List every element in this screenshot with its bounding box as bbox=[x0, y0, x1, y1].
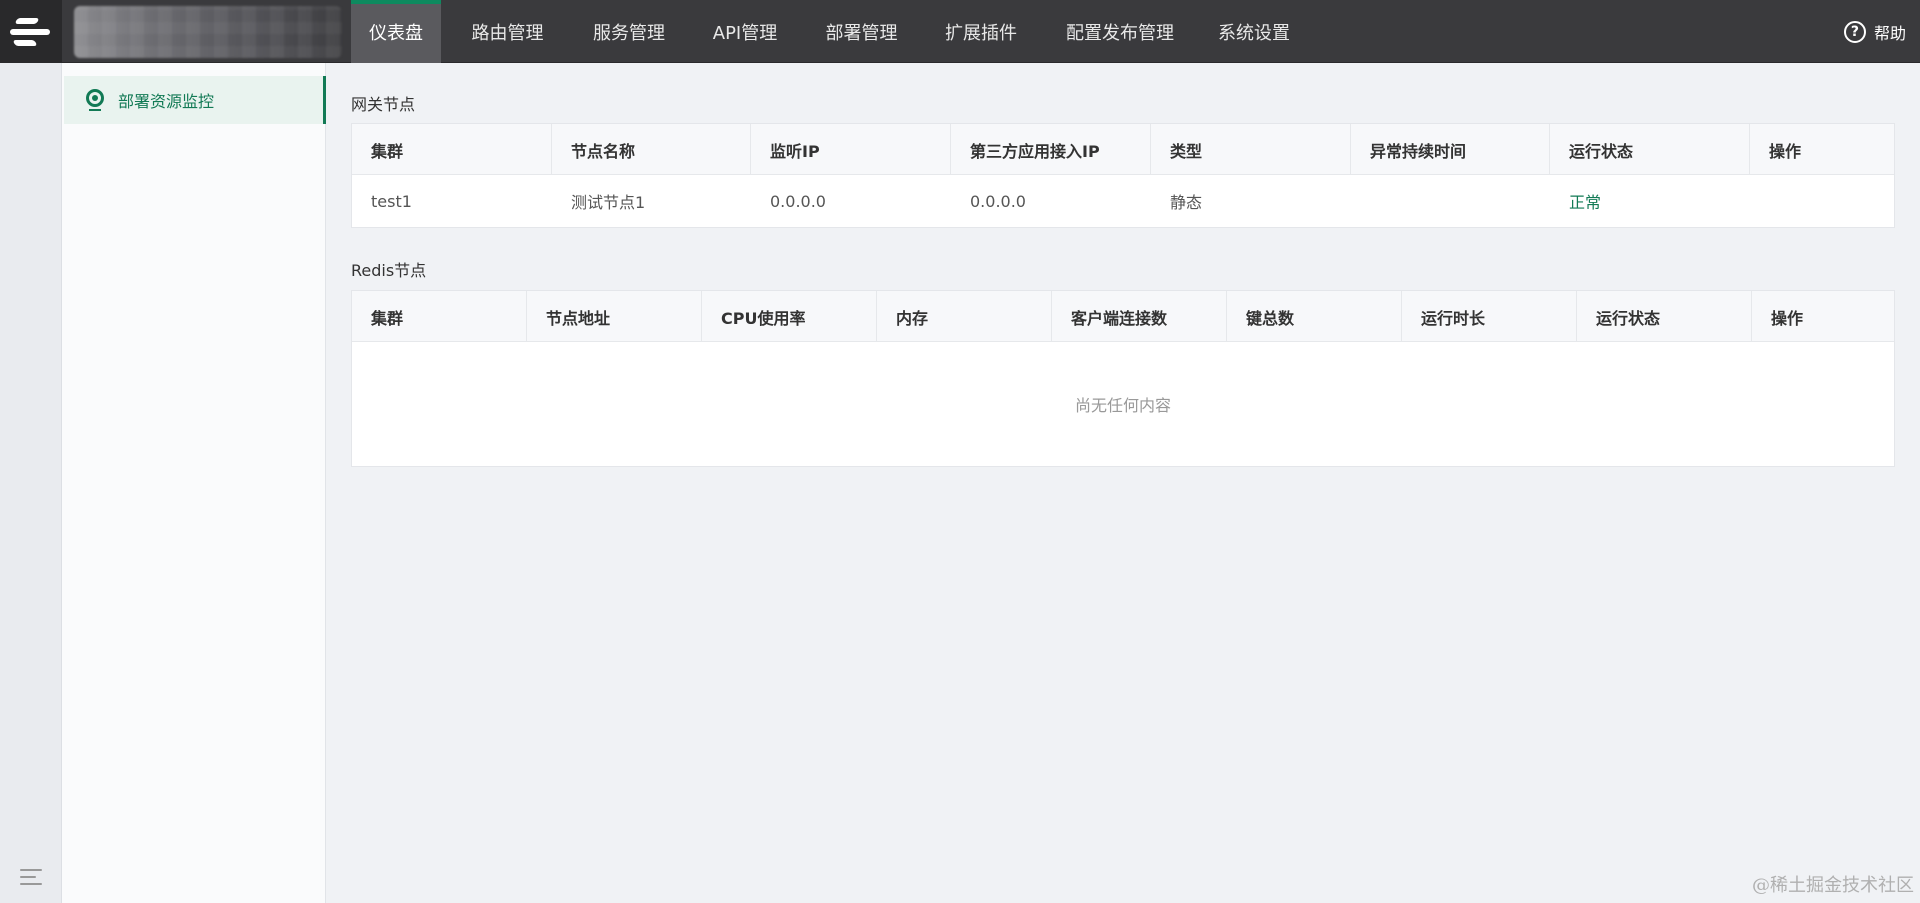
column-header: 操作 bbox=[1771, 308, 1804, 328]
column-header: 运行状态 bbox=[1550, 124, 1750, 175]
location-pin-icon bbox=[86, 89, 104, 111]
column-header: 操作 bbox=[1769, 141, 1802, 161]
gateway-section-title: 网关节点 bbox=[351, 95, 416, 114]
column-header: 运行时长 bbox=[1402, 291, 1577, 342]
top-navigation-bar: 仪表盘 路由管理 服务管理 API管理 部署管理 扩展插件 配置发布管理 系统设… bbox=[0, 0, 1920, 63]
column-header: 集群 bbox=[352, 124, 552, 175]
nav-tab-routes[interactable]: 路由管理 bbox=[441, 0, 574, 63]
cell-abnormal-duration bbox=[1351, 175, 1550, 227]
app-logo[interactable] bbox=[0, 0, 62, 63]
cell-cluster: test1 bbox=[371, 191, 412, 211]
nav-tab-services[interactable]: 服务管理 bbox=[574, 0, 684, 63]
brand-name-redacted bbox=[74, 6, 342, 58]
column-header: 类型 bbox=[1151, 124, 1351, 175]
table-row: test1 测试节点1 0.0.0.0 0.0.0.0 静态 正常 bbox=[352, 175, 1894, 227]
question-circle-icon: ? bbox=[1843, 20, 1866, 43]
empty-state: 尚无任何内容 bbox=[1074, 396, 1171, 415]
column-header: CPU使用率 bbox=[702, 291, 877, 342]
left-rail bbox=[0, 63, 62, 903]
column-header: 集群 bbox=[352, 291, 527, 342]
nav-tab-plugins[interactable]: 扩展插件 bbox=[917, 0, 1045, 63]
gateway-nodes-table: 集群 节点名称 监听IP 第三方应用接入IP 类型 异常持续时间 运行状态 操作… bbox=[351, 123, 1895, 228]
table-header: 集群 节点地址 CPU使用率 内存 客户端连接数 键总数 运行时长 运行状态 操… bbox=[352, 291, 1894, 342]
watermark: @稀土掘金技术社区 bbox=[1752, 875, 1914, 896]
column-header: 运行状态 bbox=[1577, 291, 1752, 342]
cell-type: 静态 bbox=[1170, 193, 1203, 212]
column-header: 节点地址 bbox=[527, 291, 702, 342]
status-badge: 正常 bbox=[1569, 193, 1602, 212]
nav-tab-deploy[interactable]: 部署管理 bbox=[806, 0, 917, 63]
redis-nodes-table: 集群 节点地址 CPU使用率 内存 客户端连接数 键总数 运行时长 运行状态 操… bbox=[351, 290, 1895, 467]
column-header: 异常持续时间 bbox=[1351, 124, 1550, 175]
redis-section-title: Redis节点 bbox=[351, 261, 427, 280]
sidebar-item-label: 部署资源监控 bbox=[118, 92, 215, 111]
cell-actions bbox=[1750, 175, 1894, 227]
sub-sidebar: 部署资源监控 bbox=[62, 63, 326, 903]
column-header: 节点名称 bbox=[552, 124, 751, 175]
main-nav: 仪表盘 路由管理 服务管理 API管理 部署管理 扩展插件 配置发布管理 系统设… bbox=[351, 0, 1313, 63]
column-header: 客户端连接数 bbox=[1052, 291, 1227, 342]
help-button[interactable]: ? 帮助 bbox=[1843, 0, 1906, 63]
column-header: 键总数 bbox=[1227, 291, 1402, 342]
nav-tab-dashboard[interactable]: 仪表盘 bbox=[351, 0, 441, 63]
column-header: 监听IP bbox=[751, 124, 951, 175]
sidebar-item-deploy-monitor[interactable]: 部署资源监控 bbox=[64, 76, 326, 124]
help-label: 帮助 bbox=[1873, 23, 1906, 43]
cell-listen-ip: 0.0.0.0 bbox=[770, 191, 826, 211]
nav-tab-api[interactable]: API管理 bbox=[684, 0, 806, 63]
collapse-menu-icon[interactable] bbox=[20, 867, 42, 887]
logo-mark-middle bbox=[10, 29, 50, 35]
column-header: 内存 bbox=[877, 291, 1052, 342]
cell-node-name: 测试节点1 bbox=[571, 193, 646, 212]
cell-third-party-ip: 0.0.0.0 bbox=[970, 191, 1026, 211]
nav-tab-system-settings[interactable]: 系统设置 bbox=[1195, 0, 1313, 63]
logo-mark-bottom bbox=[12, 40, 38, 46]
logo-mark bbox=[14, 18, 40, 24]
column-header: 第三方应用接入IP bbox=[951, 124, 1151, 175]
table-header: 集群 节点名称 监听IP 第三方应用接入IP 类型 异常持续时间 运行状态 操作 bbox=[352, 124, 1894, 175]
nav-tab-config-release[interactable]: 配置发布管理 bbox=[1045, 0, 1195, 63]
